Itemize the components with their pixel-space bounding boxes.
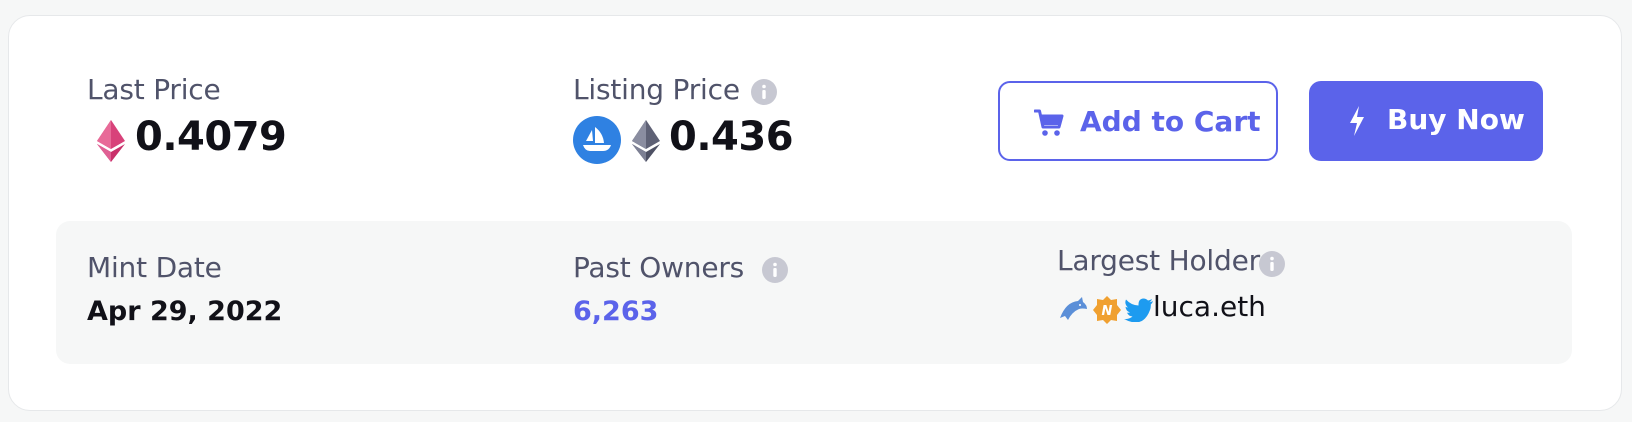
buy-now-label: Buy Now bbox=[1387, 103, 1525, 136]
twitter-icon[interactable] bbox=[1124, 298, 1154, 322]
listing-price-label: Listing Price bbox=[573, 73, 740, 106]
last-price-value: 0.4079 bbox=[135, 114, 287, 160]
info-icon[interactable] bbox=[1259, 251, 1285, 277]
last-price-label: Last Price bbox=[87, 73, 221, 106]
listing-price-value: 0.436 bbox=[669, 114, 794, 160]
mint-date-value: Apr 29, 2022 bbox=[87, 296, 283, 327]
add-to-cart-label: Add to Cart bbox=[1080, 105, 1261, 138]
dolphin-icon bbox=[1060, 297, 1087, 320]
info-icon[interactable] bbox=[751, 79, 777, 105]
svg-text:N: N bbox=[1102, 304, 1113, 319]
info-icon[interactable] bbox=[762, 257, 788, 283]
opensea-icon[interactable] bbox=[573, 116, 621, 164]
mint-date-label: Mint Date bbox=[87, 251, 222, 284]
lightning-icon bbox=[1350, 106, 1364, 136]
largest-holder-label: Largest Holder bbox=[1057, 244, 1260, 277]
eth-pink-icon bbox=[97, 120, 125, 162]
buy-now-button[interactable]: Buy Now bbox=[1309, 81, 1543, 161]
largest-holder-name[interactable]: luca.eth bbox=[1153, 290, 1266, 323]
verified-badge-icon: N bbox=[1093, 296, 1121, 324]
past-owners-label: Past Owners bbox=[573, 251, 745, 284]
eth-gray-icon bbox=[632, 120, 660, 162]
stats-panel: Mint Date Apr 29, 2022 Past Owners 6,263… bbox=[56, 221, 1572, 364]
add-to-cart-button[interactable]: Add to Cart bbox=[998, 81, 1278, 161]
past-owners-value[interactable]: 6,263 bbox=[573, 296, 658, 327]
nft-price-card: Last Price 0.4079 Listing Price 0.436 Ad… bbox=[8, 15, 1622, 411]
cart-icon bbox=[1034, 109, 1064, 136]
